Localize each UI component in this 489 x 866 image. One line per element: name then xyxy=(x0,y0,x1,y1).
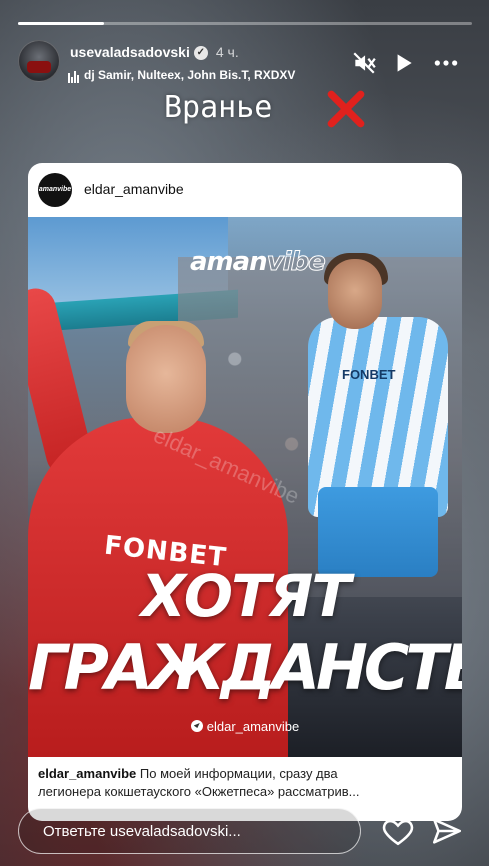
post-time: 4 ч. xyxy=(215,44,239,60)
poster-logo: amanvibe xyxy=(190,247,326,278)
post-image: FONBET FONBET amanvibe eldar_amanvibe ХО… xyxy=(28,217,462,757)
cross-icon xyxy=(327,90,365,128)
poster-headline-1: ХОТЯТ xyxy=(141,562,351,630)
poster-logo-main: aman xyxy=(190,247,268,277)
shared-post-card[interactable]: amanvibe eldar_amanvibe FONBET FONBET am… xyxy=(28,163,462,821)
story-progress-fill xyxy=(18,22,105,25)
poster-jersey-text: FONBET xyxy=(342,367,396,382)
username[interactable]: usevaladsadovski xyxy=(70,44,190,60)
music-artists: dj Samir, Nulteex, John Bis.T, RXDXV xyxy=(84,68,296,82)
story-username-row: usevaladsadovski ✓ 4 ч. xyxy=(70,44,239,61)
verified-icon: ✓ xyxy=(193,46,208,61)
heart-icon[interactable] xyxy=(381,814,415,848)
poster-headline-2: ГРАЖДАНСТВО xyxy=(28,631,462,704)
story-progress-bar xyxy=(18,22,472,25)
music-bars-icon xyxy=(68,69,80,83)
send-icon[interactable] xyxy=(430,814,464,848)
post-caption: eldar_amanvibe По моей информации, сразу… xyxy=(28,757,462,801)
poster-telegram-handle: eldar_amanvibe xyxy=(206,719,300,734)
story-header: usevaladsadovski ✓ 4 ч. dj Samir, Nulteex,… xyxy=(18,40,473,84)
caption-line-1: eldar_amanvibe По моей информации, сразу… xyxy=(38,765,452,783)
avatar[interactable] xyxy=(18,40,60,82)
caption-username[interactable]: eldar_amanvibe xyxy=(38,766,136,781)
post-author-username[interactable]: eldar_amanvibe xyxy=(84,181,184,197)
telegram-icon xyxy=(190,720,203,732)
caption-text-1: По моей информации, сразу два xyxy=(139,766,338,781)
poster-player-head xyxy=(328,259,382,329)
caption-text-2: легионера кокшетауского «Окжетпеса» расс… xyxy=(38,784,360,799)
music-label[interactable]: dj Samir, Nulteex, John Bis.T, RXDXV xyxy=(68,68,295,83)
play-icon[interactable] xyxy=(390,50,416,76)
post-author-avatar[interactable]: amanvibe xyxy=(38,173,72,207)
more-icon[interactable] xyxy=(433,50,459,76)
poster-player-head xyxy=(126,325,206,433)
poster-telegram: eldar_amanvibe xyxy=(28,719,462,734)
reply-input[interactable]: Ответьте usevaladsadovski... xyxy=(18,808,361,854)
mute-icon[interactable] xyxy=(351,50,377,76)
story-overlay-text: Вранье xyxy=(164,90,273,125)
shared-post-header: amanvibe eldar_amanvibe xyxy=(28,163,462,217)
poster-logo-outline: vibe xyxy=(266,247,326,278)
